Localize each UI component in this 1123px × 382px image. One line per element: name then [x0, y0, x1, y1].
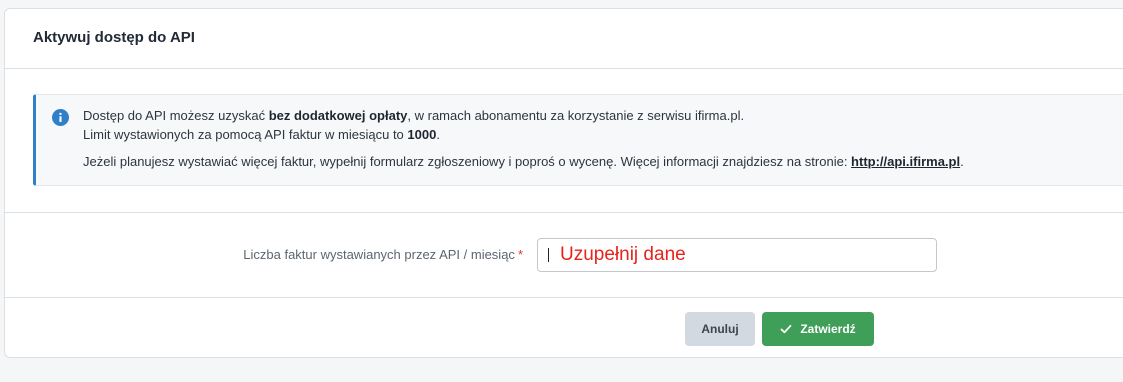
invoice-count-label: Liczba faktur wystawianych przez API / m… [243, 247, 523, 262]
text-caret [548, 248, 549, 262]
section-divider [5, 212, 1123, 213]
invoice-count-label-text: Liczba faktur wystawianych przez API / m… [243, 247, 515, 262]
info-line-3-text-end: . [960, 154, 964, 169]
card-header: Aktywuj dostęp do API [5, 9, 1123, 69]
check-icon [780, 324, 792, 334]
api-activation-card: Aktywuj dostęp do API Dostęp do API może… [4, 8, 1123, 358]
input-hint: Uzupełnij dane [560, 244, 686, 265]
info-circle-icon [52, 109, 69, 126]
submit-button-label: Zatwierdź [800, 322, 856, 336]
required-mark: * [517, 247, 523, 262]
info-line-1-text-end: , w ramach abonamentu za korzystanie z s… [407, 108, 745, 123]
info-box: Dostęp do API możesz uzyskać bez dodatko… [33, 94, 1123, 186]
cancel-button[interactable]: Anuluj [685, 312, 755, 346]
submit-button[interactable]: Zatwierdź [762, 312, 874, 346]
invoice-count-input[interactable]: Uzupełnij dane [537, 238, 937, 272]
info-line-3-text: Jeżeli planujesz wystawiać więcej faktur… [83, 154, 852, 169]
cancel-button-label: Anuluj [701, 322, 739, 336]
info-line-3: Jeżeli planujesz wystawiać więcej faktur… [83, 154, 964, 169]
api-info-link[interactable]: http://api.ifirma.pl [851, 154, 960, 169]
info-line-2: Limit wystawionych za pomocą API faktur … [83, 127, 440, 142]
info-line-2-text-end: . [436, 127, 440, 142]
info-line-2-bold: 1000 [407, 127, 437, 142]
info-line-1-text: Dostęp do API możesz uzyskać [83, 108, 269, 123]
info-line-1-bold: bez dodatkowej opłaty [268, 108, 408, 123]
card-title: Aktywuj dostęp do API [33, 29, 195, 46]
info-line-2-text: Limit wystawionych za pomocą API faktur … [83, 127, 408, 142]
info-line-1: Dostęp do API możesz uzyskać bez dodatko… [83, 108, 744, 123]
footer-divider [5, 297, 1123, 298]
